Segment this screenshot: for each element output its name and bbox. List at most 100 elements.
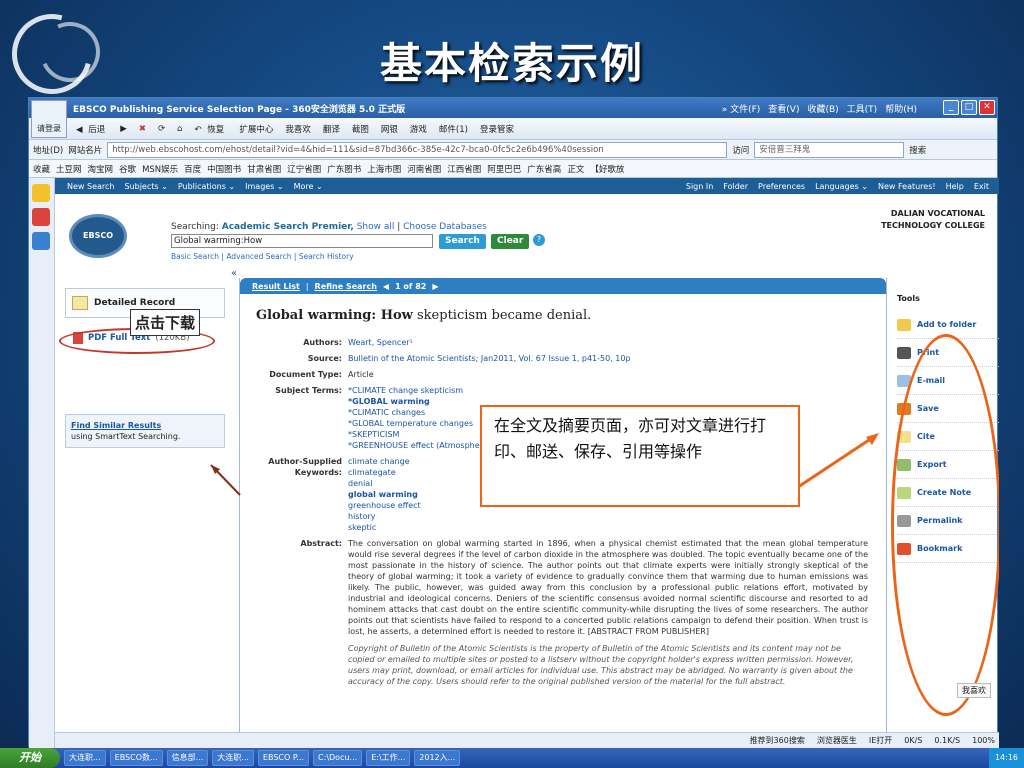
authors-link[interactable]: Weart, Spencer¹ bbox=[348, 337, 868, 348]
extension-center-button[interactable]: 扩展中心 bbox=[236, 122, 276, 136]
basic-search-link[interactable]: Basic Search bbox=[171, 252, 219, 261]
search-button[interactable]: Search bbox=[439, 234, 486, 249]
next-icon[interactable]: ▶ bbox=[432, 282, 438, 291]
stop-icon[interactable]: ✖ bbox=[136, 123, 149, 135]
favorite-item[interactable]: 中国图书 bbox=[207, 163, 241, 175]
nav-images[interactable]: Images ⌄ bbox=[245, 182, 283, 191]
nav-publications[interactable]: Publications ⌄ bbox=[178, 182, 235, 191]
taskbar-item[interactable]: EBSCO P... bbox=[257, 750, 310, 766]
taskbar-item[interactable]: C:\Docu... bbox=[313, 750, 363, 766]
favorite-item[interactable]: MSN娱乐 bbox=[142, 163, 178, 175]
result-list-link[interactable]: Result List bbox=[252, 282, 300, 291]
exit-link[interactable]: Exit bbox=[974, 182, 989, 191]
minimize-icon[interactable]: _ bbox=[943, 100, 959, 115]
maximize-icon[interactable]: □ bbox=[961, 100, 977, 115]
browser-search-button[interactable]: 搜索 bbox=[909, 144, 926, 156]
window-titlebar: EBSCO Publishing Service Selection Page … bbox=[29, 98, 997, 118]
like-button[interactable]: 我喜欢 bbox=[282, 122, 314, 136]
nav-subjects[interactable]: Subjects ⌄ bbox=[124, 182, 167, 191]
favorite-item[interactable]: 谷歌 bbox=[119, 163, 136, 175]
taskbar-item[interactable]: 2012入... bbox=[414, 750, 461, 766]
favorite-item[interactable]: 阿里巴巴 bbox=[487, 163, 521, 175]
folder-link[interactable]: Folder bbox=[723, 182, 748, 191]
choose-databases-link[interactable]: Choose Databases bbox=[403, 222, 487, 232]
star-icon[interactable] bbox=[32, 184, 50, 202]
clear-button[interactable]: Clear bbox=[491, 234, 530, 249]
sign-in-link[interactable]: Sign In bbox=[686, 182, 713, 191]
record-toolbar: Result List | Refine Search ◀ 1 of 82 ▶ bbox=[240, 278, 886, 294]
refine-search-link[interactable]: Refine Search bbox=[315, 282, 377, 291]
favorite-item[interactable]: 百度 bbox=[184, 163, 201, 175]
forward-icon[interactable]: ▶ bbox=[117, 123, 130, 135]
favorite-item[interactable]: 【好歌放 bbox=[590, 163, 624, 175]
favorite-item[interactable]: 淘宝网 bbox=[88, 163, 114, 175]
games-button[interactable]: 游戏 bbox=[407, 122, 430, 136]
taskbar-item[interactable]: EBSCO数... bbox=[109, 750, 163, 766]
site-card-button[interactable]: 网站名片 bbox=[68, 144, 102, 156]
favorite-item[interactable]: 上海市图 bbox=[367, 163, 401, 175]
taskbar-item[interactable]: 大连职... bbox=[64, 750, 106, 766]
address-bar[interactable]: http://web.ebscohost.com/ehost/detail?vi… bbox=[107, 141, 728, 158]
source-link[interactable]: Bulletin of the Atomic Scientists; Jan20… bbox=[348, 353, 868, 364]
menu-item[interactable]: » 文件(F) bbox=[722, 102, 761, 115]
search-history-link[interactable]: Search History bbox=[299, 252, 354, 261]
prev-icon[interactable]: ◀ bbox=[383, 282, 389, 291]
keyword-link[interactable]: history bbox=[348, 511, 868, 522]
nav-more[interactable]: More ⌄ bbox=[294, 182, 323, 191]
home-icon[interactable]: ⌂ bbox=[174, 123, 185, 135]
favorite-item[interactable]: 土豆网 bbox=[56, 163, 82, 175]
close-icon[interactable]: ✕ bbox=[979, 100, 995, 115]
favorite-item[interactable]: 正文 bbox=[567, 163, 584, 175]
restore-button[interactable]: ↶ 恢复 bbox=[191, 122, 230, 136]
preferences-link[interactable]: Preferences bbox=[758, 182, 805, 191]
languages-link[interactable]: Languages ⌄ bbox=[815, 182, 868, 191]
help-link[interactable]: Help bbox=[946, 182, 964, 191]
collapse-icon[interactable]: « bbox=[231, 268, 237, 279]
favorite-item[interactable]: 广东图书 bbox=[327, 163, 361, 175]
help-icon[interactable]: ? bbox=[533, 234, 545, 246]
menu-item[interactable]: 查看(V) bbox=[768, 102, 799, 115]
favorite-item[interactable]: 收藏 bbox=[33, 163, 50, 175]
refresh-icon[interactable]: ⟳ bbox=[155, 123, 168, 135]
favorite-item[interactable]: 辽宁省图 bbox=[287, 163, 321, 175]
keyword-link[interactable]: skeptic bbox=[348, 522, 868, 533]
favorite-item[interactable]: 江西省图 bbox=[447, 163, 481, 175]
favorite-item[interactable]: 广东省高 bbox=[527, 163, 561, 175]
taskbar-item[interactable]: E:\工作... bbox=[366, 750, 411, 766]
back-button[interactable]: ◀ 后退 bbox=[73, 122, 111, 136]
bank-button[interactable]: 网银 bbox=[378, 122, 401, 136]
show-all-link[interactable]: Show all bbox=[357, 222, 395, 232]
field-doctype: Document Type: Article bbox=[269, 370, 374, 379]
login-manager-button[interactable]: 登录管家 bbox=[477, 122, 517, 136]
find-similar-link[interactable]: Find Similar Results bbox=[71, 421, 161, 430]
tools-note-callout: 在全文及摘要页面，亦可对文章进行打印、邮送、保存、引用等操作 bbox=[480, 405, 800, 507]
taskbar-item[interactable]: 大连职... bbox=[212, 750, 254, 766]
taskbar-item[interactable]: 信息部... bbox=[166, 750, 209, 766]
like-badge[interactable]: 我喜欢 bbox=[957, 683, 991, 698]
record-fields: Authors: Weart, Spencer¹ Source: Bulleti… bbox=[240, 337, 886, 687]
advanced-search-link[interactable]: Advanced Search bbox=[226, 252, 291, 261]
favorite-item[interactable]: 河南省图 bbox=[407, 163, 441, 175]
copyright-text: Copyright of Bulletin of the Atomic Scie… bbox=[348, 644, 854, 686]
login-label: 请登录 bbox=[37, 124, 61, 133]
go-button[interactable]: 访问 bbox=[732, 144, 749, 156]
menu-item[interactable]: 工具(T) bbox=[847, 102, 878, 115]
login-button[interactable]: 请登录 bbox=[31, 100, 67, 138]
browser-search-input[interactable]: 安倍晋三拜鬼 bbox=[754, 141, 905, 158]
query-input[interactable]: Global warming:How bbox=[171, 234, 433, 248]
new-features-link[interactable]: New Features! bbox=[878, 182, 936, 191]
sidebar-app-icon[interactable] bbox=[32, 232, 50, 250]
mail-button[interactable]: 邮件(1) bbox=[436, 122, 471, 136]
translate-button[interactable]: 翻译 bbox=[320, 122, 343, 136]
tools-heading: Tools bbox=[897, 294, 920, 303]
menu-item[interactable]: 帮助(H) bbox=[885, 102, 917, 115]
start-button[interactable]: 开始 bbox=[0, 748, 60, 768]
arrow-head bbox=[211, 465, 220, 474]
window-title: EBSCO Publishing Service Selection Page … bbox=[73, 104, 406, 115]
screenshot-button[interactable]: 截图 bbox=[349, 122, 372, 136]
favorite-item[interactable]: 甘肃省图 bbox=[247, 163, 281, 175]
weibo-icon[interactable] bbox=[32, 208, 50, 226]
menu-item[interactable]: 收藏(B) bbox=[807, 102, 838, 115]
subject-link[interactable]: *CLIMATE change skepticism bbox=[348, 385, 868, 396]
nav-new-search[interactable]: New Search bbox=[67, 182, 114, 191]
